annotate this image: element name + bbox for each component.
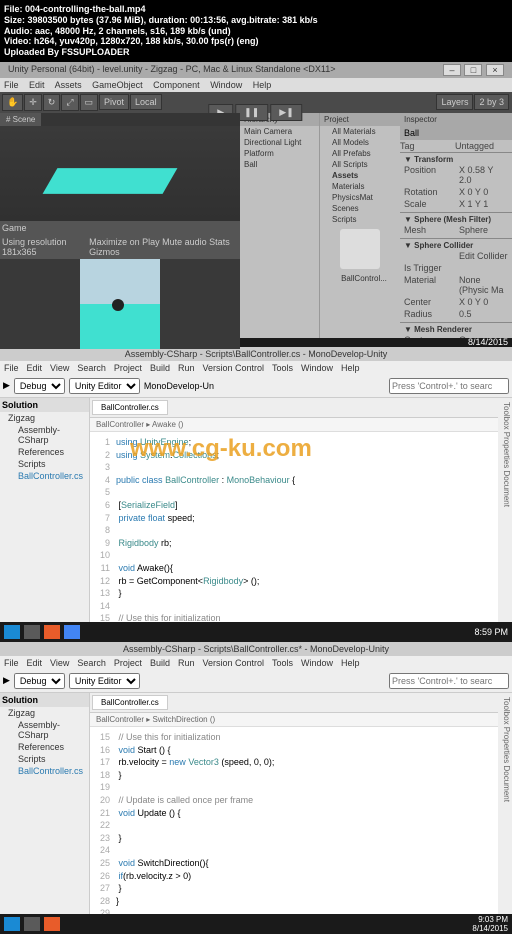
code-area[interactable]: 15 // Use this for initialization16 void… [90,727,498,914]
monodevelop-window-1: Assembly-CSharp - Scripts\BallController… [0,347,512,622]
system-clock[interactable]: 8:59 PM [474,627,508,637]
editor-tab[interactable]: BallController.cs [92,400,168,415]
layers-dropdown[interactable]: Layers [436,94,473,110]
game-resolution: Using resolution 181x365 [2,237,89,257]
explorer-icon[interactable] [24,625,40,639]
hierarchy-item[interactable]: Platform [240,148,319,159]
chrome-icon[interactable] [64,625,80,639]
target-dropdown[interactable]: Unity Editor [69,378,140,394]
monodevelop-window-2: Assembly-CSharp - Scripts\BallController… [0,642,512,914]
firefox-icon[interactable] [44,917,60,931]
explorer-icon[interactable] [24,917,40,931]
unity-window: Unity Personal (64bit) - level.unity - Z… [0,62,512,327]
step-button-icon[interactable]: ▶❚ [270,104,302,121]
close-button[interactable]: × [486,64,504,76]
config-dropdown[interactable]: Debug [14,673,65,689]
start-button-icon[interactable] [4,917,20,931]
system-clock[interactable]: 9:03 PM8/14/2015 [472,915,508,933]
file-icon[interactable] [340,229,380,269]
mono-titlebar[interactable]: Assembly-CSharp - Scripts\BallController… [0,347,512,361]
hierarchy-panel: Hierarchy Main Camera Directional Light … [240,113,320,338]
rect-tool-icon[interactable]: ▭ [80,94,99,111]
code-editor: BallController.cs BallController ▸ Awake… [90,398,498,622]
ball-sprite [112,299,124,311]
mono-toolbar: ▶ Debug Unity Editor MonoDevelop-Un [0,375,512,398]
local-toggle[interactable]: Local [130,94,162,110]
start-button-icon[interactable] [4,625,20,639]
side-tabs[interactable]: Toolbox Properties Document [498,693,512,914]
run-button-icon[interactable]: ▶ [3,675,10,686]
move-tool-icon[interactable]: ✛ [24,94,42,111]
game-options[interactable]: Maximize on Play Mute audio Stats Gizmos [89,237,238,257]
minimize-button[interactable]: – [443,64,461,76]
solution-panel: Solution Zigzag Assembly-CSharp Referenc… [0,398,90,622]
hierarchy-item[interactable]: Directional Light [240,137,319,148]
search-input[interactable] [389,673,509,689]
breadcrumb[interactable]: BallController ▸ SwitchDirection () [90,713,498,727]
code-editor: BallController.cs BallController ▸ Switc… [90,693,498,914]
pivot-toggle[interactable]: Pivot [99,94,129,110]
unity-toolbar: ✋ ✛ ↻ ⤢ ▭ Pivot Local ▶ ❚❚ ▶❚ Layers 2 b… [0,92,512,113]
watermark-text: www.cg-ku.com [130,435,312,463]
layout-dropdown[interactable]: 2 by 3 [474,94,509,110]
scale-tool-icon[interactable]: ⤢ [61,94,78,111]
unity-menubar[interactable]: File Edit Assets GameObject Component Wi… [0,78,512,92]
run-button-icon[interactable]: ▶ [3,380,10,391]
hierarchy-item[interactable]: Ball [240,159,319,170]
game-viewport [0,259,240,349]
platform-object[interactable] [43,168,178,194]
editor-tab[interactable]: BallController.cs [92,695,168,710]
target-dropdown[interactable]: Unity Editor [69,673,140,689]
mono-toolbar: ▶ Debug Unity Editor [0,670,512,693]
search-input[interactable] [389,378,509,394]
firefox-icon[interactable] [44,625,60,639]
inspector-panel: Inspector Ball TagUntagged ▼ TransformPo… [400,113,512,338]
side-tabs[interactable]: Toolbox Properties Document [498,398,512,622]
game-tab[interactable]: Game [2,223,27,233]
scene-tab[interactable]: # Scene [0,113,41,126]
mono-titlebar[interactable]: Assembly-CSharp - Scripts\BallController… [0,642,512,656]
rotate-tool-icon[interactable]: ↻ [43,94,61,111]
pause-button-icon[interactable]: ❚❚ [235,104,268,121]
object-name[interactable]: Ball [404,128,419,138]
hierarchy-item[interactable]: Main Camera [240,126,319,137]
windows-taskbar[interactable]: 8:59 PM [0,622,512,642]
scene-viewport[interactable] [0,126,240,221]
solution-panel: Solution Zigzag Assembly-CSharp Referenc… [0,693,90,914]
breadcrumb[interactable]: BallController ▸ Awake () [90,418,498,432]
maximize-button[interactable]: □ [464,64,482,76]
config-dropdown[interactable]: Debug [14,378,65,394]
mono-menubar[interactable]: FileEditViewSearchProjectBuildRunVersion… [0,656,512,670]
mono-menubar[interactable]: FileEditViewSearchProjectBuildRunVersion… [0,361,512,375]
file-info-overlay: File: 004-controlling-the-ball.mp4 Size:… [0,0,512,62]
device-display: MonoDevelop-Un [144,381,214,391]
hand-tool-icon[interactable]: ✋ [2,94,23,111]
unity-titlebar[interactable]: Unity Personal (64bit) - level.unity - Z… [0,62,512,78]
project-panel: Project All Materials All Models All Pre… [320,113,400,338]
windows-taskbar[interactable]: 9:03 PM8/14/2015 [0,914,512,934]
